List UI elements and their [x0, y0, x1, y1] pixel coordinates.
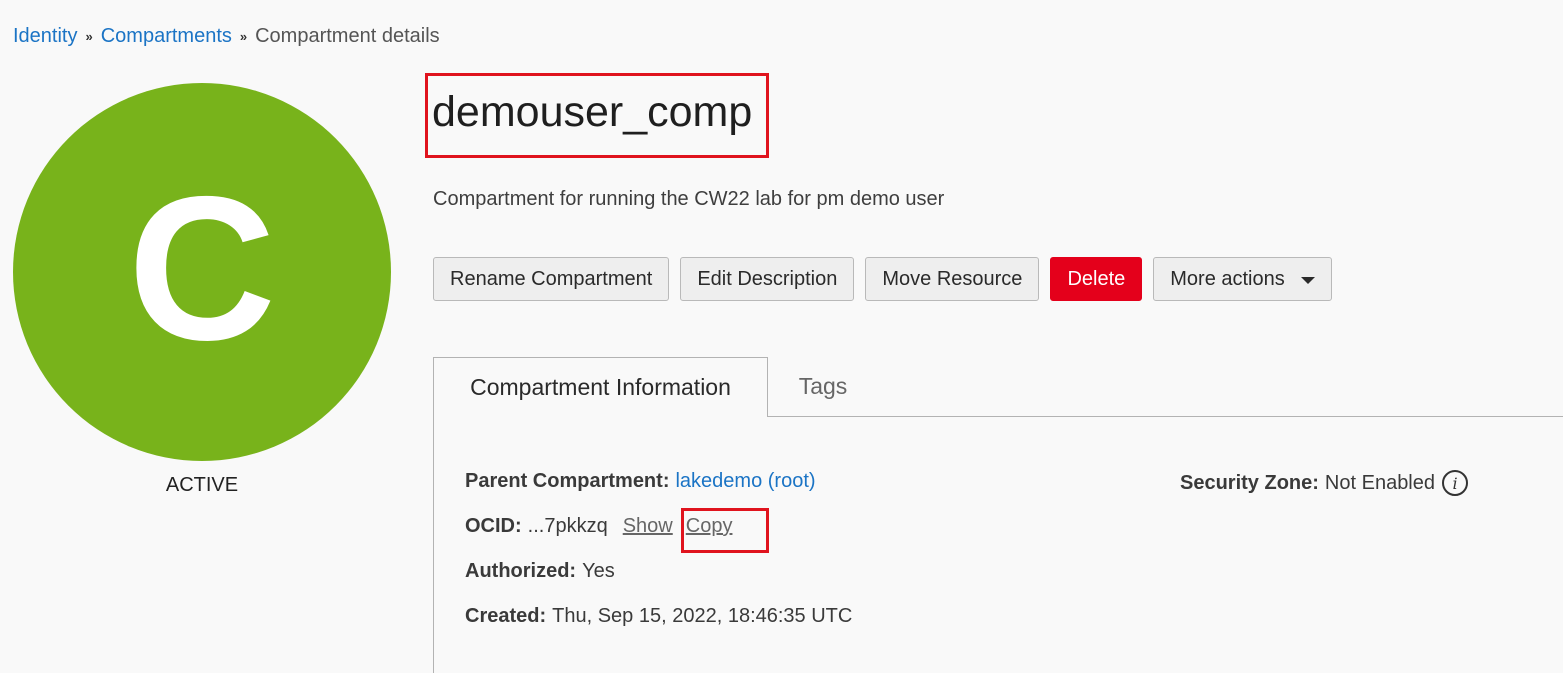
- created-row: Created: Thu, Sep 15, 2022, 18:46:35 UTC: [465, 605, 852, 628]
- compartment-details-page: Identity » Compartments » Compartment de…: [0, 0, 1563, 673]
- ocid-label: OCID:: [465, 515, 522, 537]
- parent-compartment-label: Parent Compartment:: [465, 470, 670, 492]
- security-zone-row: Security Zone: Not Enabled i: [1180, 470, 1468, 496]
- more-actions-button[interactable]: More actions: [1153, 257, 1332, 301]
- breadcrumb-separator: »: [85, 29, 93, 44]
- breadcrumb-current: Compartment details: [255, 25, 440, 47]
- parent-compartment-link[interactable]: lakedemo (root): [675, 470, 815, 493]
- parent-compartment-row: Parent Compartment: lakedemo (root): [465, 470, 816, 493]
- security-zone-label: Security Zone:: [1180, 471, 1319, 494]
- authorized-label: Authorized:: [465, 560, 577, 582]
- breadcrumb-identity-link[interactable]: Identity: [13, 25, 77, 48]
- edit-description-button[interactable]: Edit Description: [680, 257, 855, 301]
- ocid-value: ...7pkkzq: [527, 515, 608, 537]
- created-label: Created:: [465, 605, 547, 627]
- info-icon[interactable]: i: [1442, 470, 1468, 496]
- created-value: Thu, Sep 15, 2022, 18:46:35 UTC: [552, 605, 853, 627]
- rename-compartment-button[interactable]: Rename Compartment: [433, 257, 670, 301]
- more-actions-label: More actions: [1170, 267, 1285, 290]
- status-label: ACTIVE: [165, 474, 239, 496]
- compartment-description: Compartment for running the CW22 lab for…: [433, 188, 945, 210]
- copy-highlight-box: [681, 508, 769, 553]
- action-bar: Rename Compartment Edit Description Move…: [433, 257, 1332, 301]
- authorized-row: Authorized: Yes: [465, 560, 615, 583]
- tab-tags[interactable]: Tags: [768, 357, 878, 416]
- caret-down-icon: [1300, 276, 1315, 284]
- tab-compartment-information[interactable]: Compartment Information: [433, 357, 768, 417]
- breadcrumb: Identity » Compartments » Compartment de…: [13, 25, 440, 48]
- breadcrumb-compartments-link[interactable]: Compartments: [101, 25, 232, 48]
- page-title: demouser_comp: [432, 88, 753, 136]
- tab-bar-divider: [768, 416, 1563, 417]
- security-zone-value: Not Enabled: [1324, 471, 1435, 494]
- ocid-show-link[interactable]: Show: [623, 515, 673, 538]
- authorized-value: Yes: [582, 560, 615, 582]
- move-resource-button[interactable]: Move Resource: [865, 257, 1040, 301]
- delete-button[interactable]: Delete: [1050, 257, 1143, 301]
- breadcrumb-separator: »: [239, 29, 248, 44]
- avatar-letter: C: [127, 153, 277, 383]
- compartment-avatar: C: [13, 83, 391, 461]
